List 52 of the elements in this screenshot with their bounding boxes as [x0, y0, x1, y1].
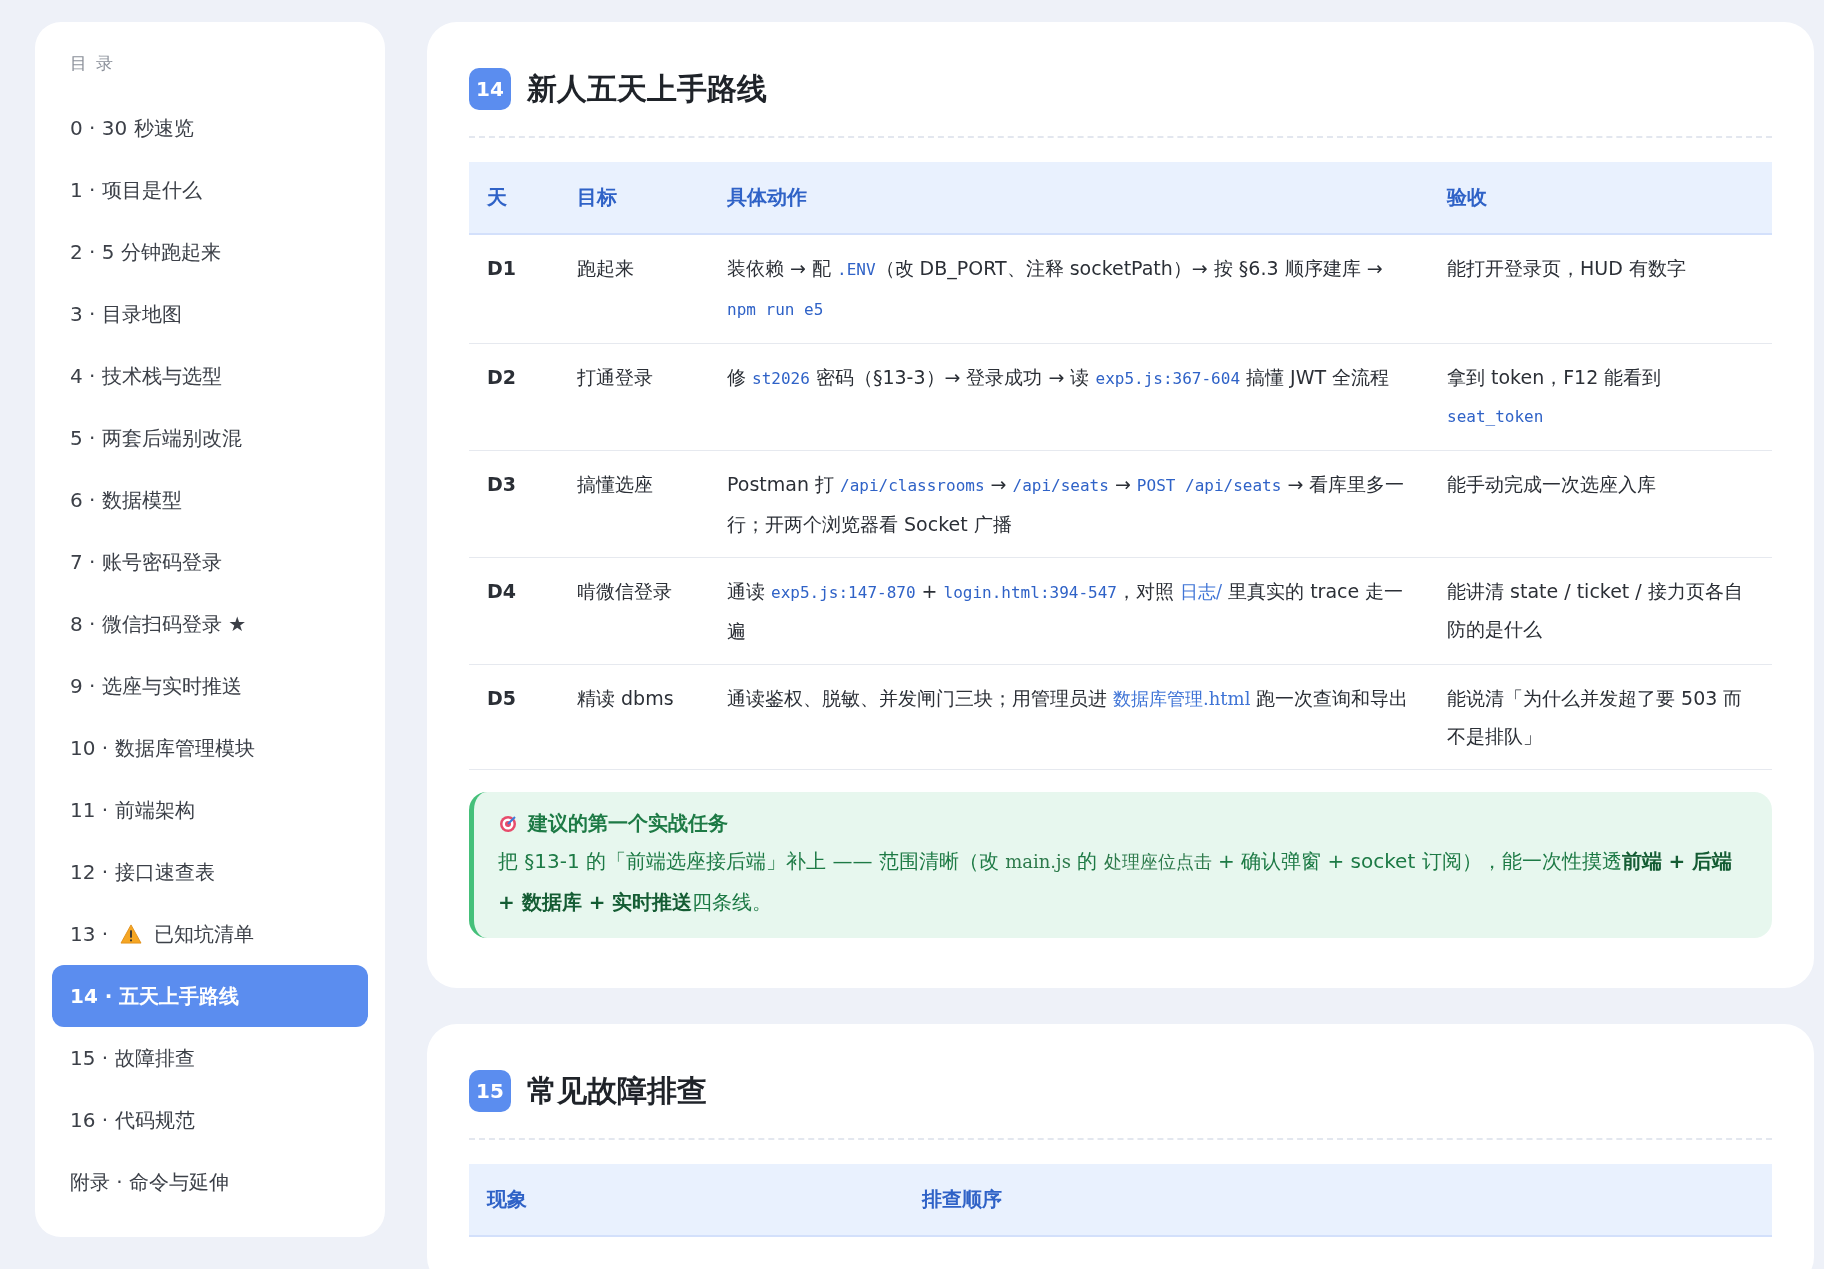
target-icon: [498, 813, 518, 834]
column-header: 目标: [559, 162, 709, 234]
column-header: 排查顺序: [904, 1164, 1772, 1236]
table-cell: D2: [469, 343, 559, 451]
table-cell: 能打开登录页，HUD 有数字: [1429, 234, 1772, 344]
section-number: 14: [469, 68, 511, 110]
sidebar-item[interactable]: 10 · 数据库管理模块: [52, 717, 368, 779]
sidebar-item[interactable]: 8 · 微信扫码登录 ★: [52, 593, 368, 655]
sidebar-item[interactable]: 6 · 数据模型: [52, 469, 368, 531]
table-cell: 啃微信登录: [559, 557, 709, 665]
column-header: 天: [469, 162, 559, 234]
table-cell: 跑起来: [559, 234, 709, 344]
sidebar-item[interactable]: 11 · 前端架构: [52, 779, 368, 841]
callout-title: 建议的第一个实战任务: [528, 810, 728, 837]
table-cell: D4: [469, 557, 559, 665]
table-cell: 能手动完成一次选座入库: [1429, 450, 1772, 558]
sidebar-item[interactable]: 13 · 已知坑清单: [52, 903, 368, 965]
table-cell: 通读 exp5.js:147-870 + login.html:394-547，对照 日志/ 里真实的 trace 走一遍: [709, 557, 1429, 665]
table-cell: D3: [469, 450, 559, 558]
sidebar-item[interactable]: 2 · 5 分钟跑起来: [52, 221, 368, 283]
column-header: 具体动作: [709, 162, 1429, 234]
sidebar-title: 目 录: [69, 52, 117, 75]
table-cell: 修 st2026 密码（§13-3）→ 登录成功 → 读 exp5.js:367-604 搞懂 JWT 全流程: [709, 343, 1429, 451]
sidebar-item[interactable]: 0 · 30 秒速览: [52, 97, 368, 159]
sidebar-item[interactable]: 15 · 故障排查: [52, 1027, 368, 1089]
section-title: 新人五天上手路线: [527, 69, 767, 108]
warning-icon: [120, 924, 143, 944]
column-header: 现象: [469, 1164, 904, 1236]
table-cell: 能说清「为什么并发超了要 503 而不是排队」: [1429, 664, 1772, 770]
sidebar-item[interactable]: 4 · 技术栈与选型: [52, 345, 368, 407]
table-cell: 通读鉴权、脱敏、并发闸门三块；用管理员进 数据库管理.html 跑一次查询和导出: [709, 664, 1429, 770]
table-cell: 装依赖 → 配 .ENV（改 DB_PORT、注释 socketPath）→ 按 §6.3 顺序建库 → npm run e5: [709, 234, 1429, 344]
table-cell: D1: [469, 234, 559, 344]
table-cell: 能讲清 state / ticket / 接力页各自防的是什么: [1429, 557, 1772, 665]
sidebar-item[interactable]: 12 · 接口速查表: [52, 841, 368, 903]
sidebar-item[interactable]: 7 · 账号密码登录: [52, 531, 368, 593]
column-header: 验收: [1429, 162, 1772, 234]
callout-text: 把 §13-1 的「前端选座接后端」补上 —— 范围清晰（改 main.js 的 处理座位点击 + 确认弹窗 + socket 订阅），能一次性摸透前端 + 后端 + 数据库 + 实时推送四条线。: [498, 848, 1734, 916]
table-cell: 拿到 token，F12 能看到 seat_token: [1429, 343, 1772, 451]
table-cell: 搞懂选座: [559, 450, 709, 558]
table-cell: Postman 打 /api/classrooms → /api/seats → POST /api/seats → 看库里多一行；开两个浏览器看 Socket 广播: [709, 450, 1429, 558]
section-title: 常见故障排查: [527, 1071, 707, 1110]
table-cell: 打通登录: [559, 343, 709, 451]
sidebar-item[interactable]: 9 · 选座与实时推送: [52, 655, 368, 717]
section-number: 15: [469, 1070, 511, 1112]
table-cell: 精读 dbms: [559, 664, 709, 770]
table-cell: D5: [469, 664, 559, 770]
sidebar-item[interactable]: 附录 · 命令与延伸: [52, 1151, 368, 1213]
sidebar-item[interactable]: 3 · 目录地图: [52, 283, 368, 345]
sidebar-item[interactable]: 16 · 代码规范: [52, 1089, 368, 1151]
sidebar-item[interactable]: 1 · 项目是什么: [52, 159, 368, 221]
sidebar-item[interactable]: 5 · 两套后端别改混: [52, 407, 368, 469]
